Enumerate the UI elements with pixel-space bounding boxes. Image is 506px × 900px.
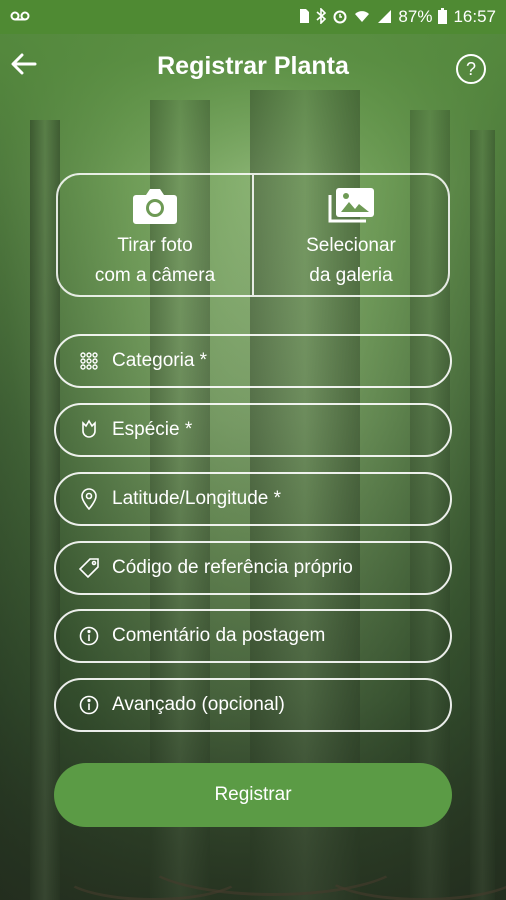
sim-icon	[298, 8, 310, 26]
bluetooth-icon	[316, 7, 327, 26]
help-icon[interactable]: ?	[456, 54, 486, 84]
reference-code-field[interactable]: Código de referência próprio	[54, 541, 452, 595]
comment-label: Comentário da postagem	[112, 625, 326, 646]
register-button[interactable]: Registrar	[54, 763, 452, 827]
take-photo-label-line2: com a câmera	[94, 265, 216, 286]
advanced-field[interactable]: Avançado (opcional)	[54, 678, 452, 732]
species-field[interactable]: Espécie *	[54, 403, 452, 457]
grid-icon	[78, 350, 100, 372]
clock: 16:57	[453, 7, 496, 26]
info-icon	[78, 694, 100, 716]
gallery-icon	[326, 185, 376, 227]
select-gallery-button[interactable]: Selecionar da galeria	[252, 175, 448, 295]
camera-icon	[132, 185, 178, 227]
take-photo-label-line1: Tirar foto	[117, 235, 193, 256]
category-label: Categoria *	[112, 350, 208, 371]
battery-icon	[438, 8, 448, 26]
signal-icon	[376, 9, 392, 25]
gallery-label-line2: da galeria	[309, 265, 393, 286]
voicemail-icon	[10, 10, 30, 24]
take-photo-button[interactable]: Tirar foto com a câmera	[58, 175, 252, 295]
page-title: Registrar Planta	[157, 52, 349, 80]
flower-icon	[78, 419, 100, 441]
advanced-label: Avançado (opcional)	[112, 694, 285, 715]
location-label: Latitude/Longitude *	[112, 488, 282, 509]
battery-percent: 87%	[398, 7, 433, 26]
location-pin-icon	[78, 488, 100, 510]
comment-field[interactable]: Comentário da postagem	[54, 609, 452, 663]
app-bar: Registrar Planta ?	[0, 34, 506, 100]
alarm-icon	[332, 8, 348, 26]
wifi-icon	[354, 9, 370, 25]
status-bar: 87% 16:57	[0, 0, 506, 34]
reference-code-label: Código de referência próprio	[112, 557, 353, 578]
photo-source-selector: Tirar foto com a câmera Selecionar da ga…	[56, 173, 450, 297]
location-field[interactable]: Latitude/Longitude *	[54, 472, 452, 526]
gallery-label-line1: Selecionar	[306, 235, 396, 256]
category-field[interactable]: Categoria *	[54, 334, 452, 388]
species-label: Espécie *	[112, 419, 193, 440]
info-icon	[78, 625, 100, 647]
tag-icon	[78, 557, 100, 579]
